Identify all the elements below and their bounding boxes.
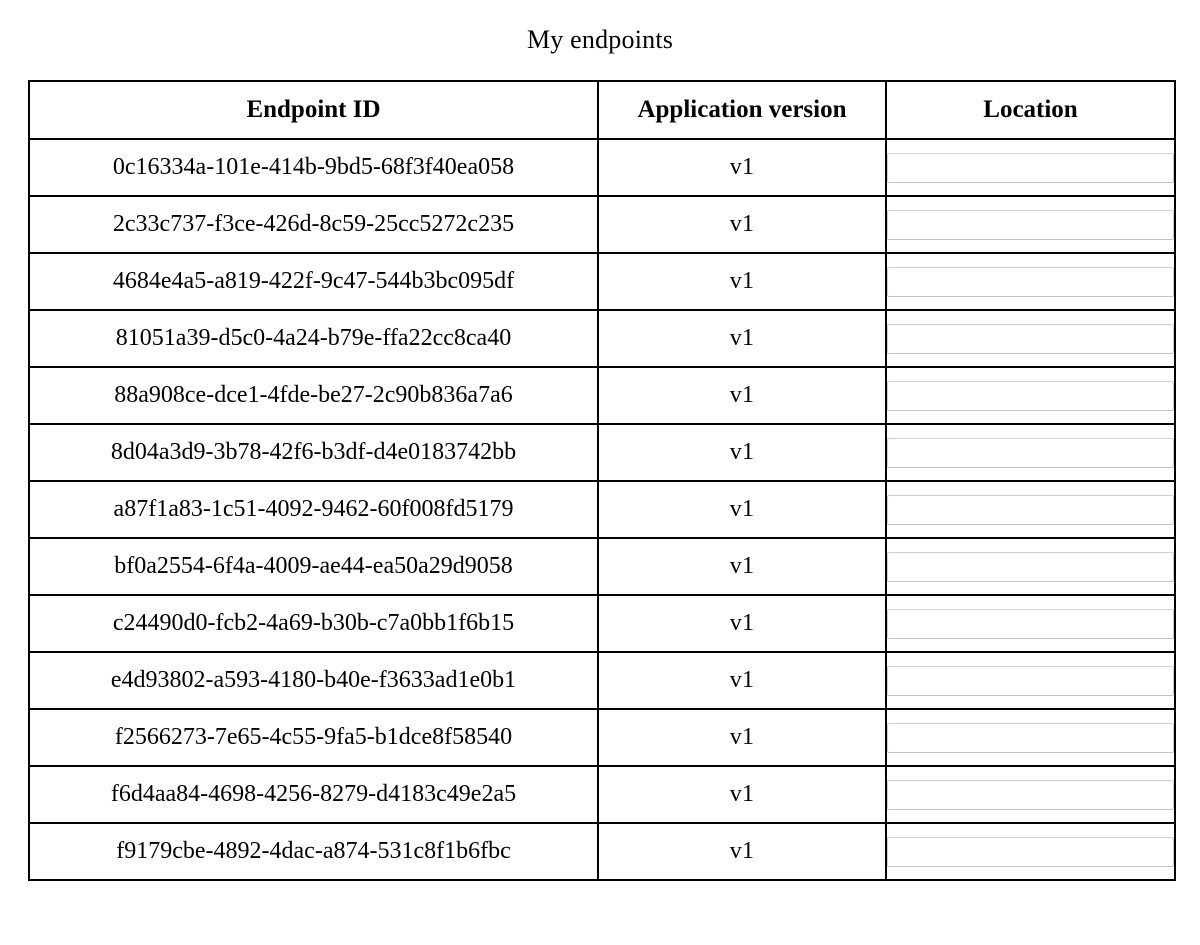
location-input[interactable] [887,266,1174,297]
application-version-cell: v1 [597,423,887,482]
endpoint-id-cell: 0c16334a-101e-414b-9bd5-68f3f40ea058 [28,138,599,197]
table-row: e4d93802-a593-4180-b40e-f3633ad1e0b1 v1 [28,651,1176,710]
endpoints-table: Endpoint ID Application version Location… [28,80,1176,881]
location-cell [885,708,1176,767]
table-header-row: Endpoint ID Application version Location [28,80,1176,140]
table-row: bf0a2554-6f4a-4009-ae44-ea50a29d9058 v1 [28,537,1176,596]
location-cell [885,594,1176,653]
table-row: 81051a39-d5c0-4a24-b79e-ffa22cc8ca40 v1 [28,309,1176,368]
application-version-cell: v1 [597,195,887,254]
location-input[interactable] [887,494,1174,525]
table-row: f6d4aa84-4698-4256-8279-d4183c49e2a5 v1 [28,765,1176,824]
endpoint-id-cell: bf0a2554-6f4a-4009-ae44-ea50a29d9058 [28,537,599,596]
endpoint-id-cell: 88a908ce-dce1-4fde-be27-2c90b836a7a6 [28,366,599,425]
column-header-endpoint-id: Endpoint ID [28,80,599,140]
table-row: a87f1a83-1c51-4092-9462-60f008fd5179 v1 [28,480,1176,539]
location-input[interactable] [887,323,1174,354]
table-header: Endpoint ID Application version Location [28,80,1176,140]
endpoint-id-cell: 81051a39-d5c0-4a24-b79e-ffa22cc8ca40 [28,309,599,368]
table-row: f2566273-7e65-4c55-9fa5-b1dce8f58540 v1 [28,708,1176,767]
table-row: 0c16334a-101e-414b-9bd5-68f3f40ea058 v1 [28,138,1176,197]
location-input[interactable] [887,209,1174,240]
location-cell [885,765,1176,824]
location-cell [885,822,1176,881]
location-cell [885,423,1176,482]
location-cell [885,138,1176,197]
table-row: f9179cbe-4892-4dac-a874-531c8f1b6fbc v1 [28,822,1176,881]
table-row: 4684e4a5-a819-422f-9c47-544b3bc095df v1 [28,252,1176,311]
page-root: My endpoints Endpoint ID Application ver… [0,0,1200,945]
endpoints-table-container: Endpoint ID Application version Location… [28,80,1176,881]
location-cell [885,309,1176,368]
application-version-cell: v1 [597,765,887,824]
column-header-application-version: Application version [597,80,887,140]
location-cell [885,252,1176,311]
endpoint-id-cell: f2566273-7e65-4c55-9fa5-b1dce8f58540 [28,708,599,767]
location-input[interactable] [887,380,1174,411]
table-body: 0c16334a-101e-414b-9bd5-68f3f40ea058 v1 2c… [28,138,1176,881]
endpoint-id-cell: 8d04a3d9-3b78-42f6-b3df-d4e0183742bb [28,423,599,482]
application-version-cell: v1 [597,309,887,368]
location-input[interactable] [887,551,1174,582]
application-version-cell: v1 [597,822,887,881]
endpoint-id-cell: 4684e4a5-a819-422f-9c47-544b3bc095df [28,252,599,311]
endpoint-id-cell: 2c33c737-f3ce-426d-8c59-25cc5272c235 [28,195,599,254]
endpoint-id-cell: a87f1a83-1c51-4092-9462-60f008fd5179 [28,480,599,539]
location-input[interactable] [887,722,1174,753]
application-version-cell: v1 [597,138,887,197]
location-input[interactable] [887,152,1174,183]
application-version-cell: v1 [597,537,887,596]
endpoint-id-cell: e4d93802-a593-4180-b40e-f3633ad1e0b1 [28,651,599,710]
location-cell [885,651,1176,710]
endpoint-id-cell: f9179cbe-4892-4dac-a874-531c8f1b6fbc [28,822,599,881]
location-input[interactable] [887,437,1174,468]
location-cell [885,537,1176,596]
table-row: 2c33c737-f3ce-426d-8c59-25cc5272c235 v1 [28,195,1176,254]
endpoint-id-cell: f6d4aa84-4698-4256-8279-d4183c49e2a5 [28,765,599,824]
table-row: c24490d0-fcb2-4a69-b30b-c7a0bb1f6b15 v1 [28,594,1176,653]
table-row: 8d04a3d9-3b78-42f6-b3df-d4e0183742bb v1 [28,423,1176,482]
application-version-cell: v1 [597,480,887,539]
location-cell [885,366,1176,425]
application-version-cell: v1 [597,366,887,425]
application-version-cell: v1 [597,594,887,653]
location-input[interactable] [887,836,1174,867]
location-input[interactable] [887,665,1174,696]
location-cell [885,480,1176,539]
column-header-location: Location [885,80,1176,140]
application-version-cell: v1 [597,651,887,710]
application-version-cell: v1 [597,252,887,311]
endpoint-id-cell: c24490d0-fcb2-4a69-b30b-c7a0bb1f6b15 [28,594,599,653]
location-cell [885,195,1176,254]
table-row: 88a908ce-dce1-4fde-be27-2c90b836a7a6 v1 [28,366,1176,425]
location-input[interactable] [887,608,1174,639]
location-input[interactable] [887,779,1174,810]
page-title: My endpoints [526,25,674,54]
application-version-cell: v1 [597,708,887,767]
